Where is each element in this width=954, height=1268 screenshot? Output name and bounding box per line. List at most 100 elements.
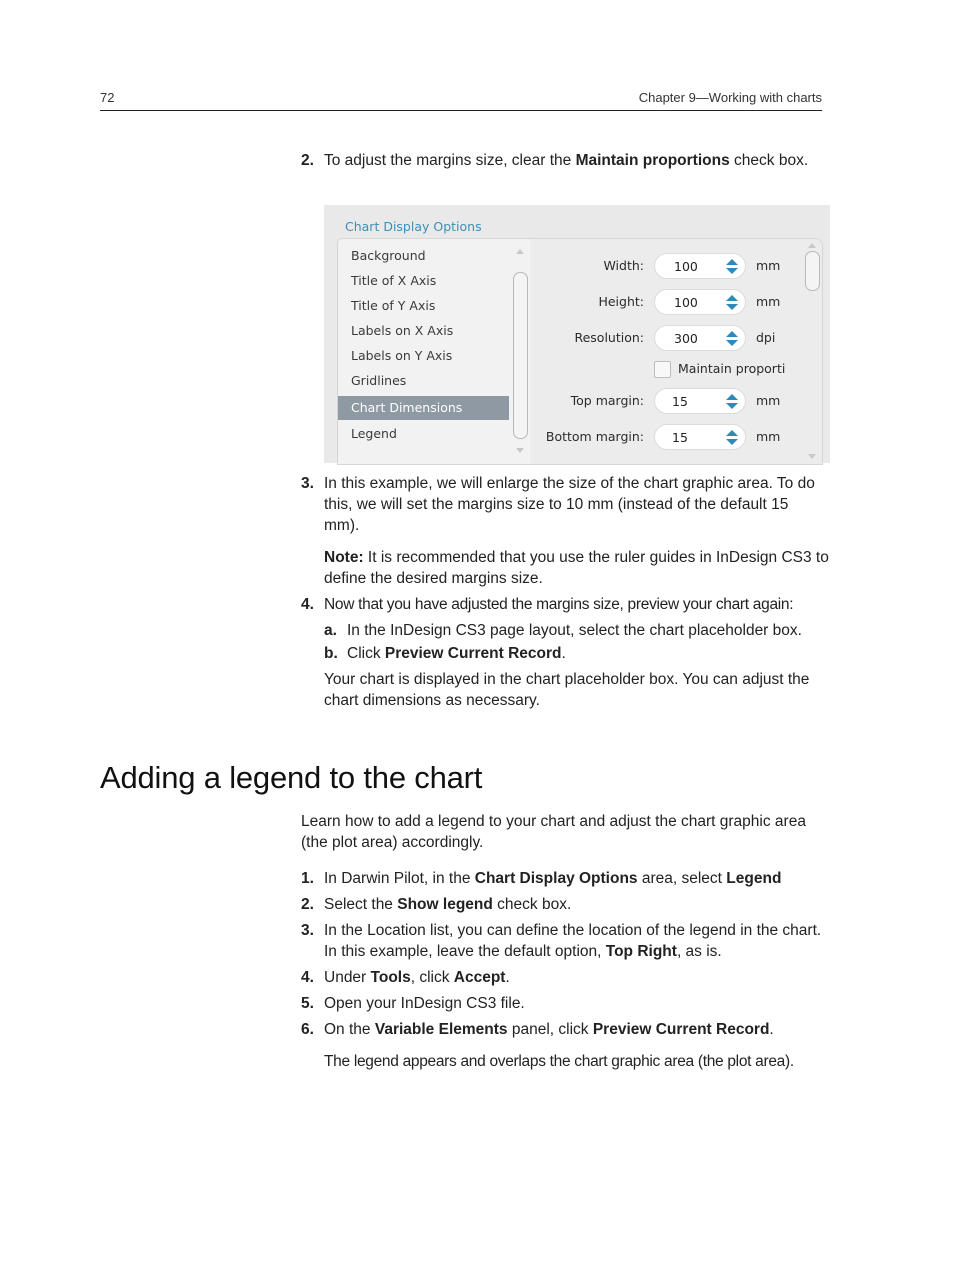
list-item-title-y-axis[interactable]: Title of Y Axis bbox=[338, 294, 509, 318]
note-label: Note: bbox=[324, 549, 364, 566]
bold-term: Preview Current Record bbox=[384, 645, 562, 662]
bold-term: Maintain proportions bbox=[575, 152, 730, 169]
maintain-proportions-row: Maintain proporti bbox=[654, 359, 804, 381]
step-number: 3. bbox=[301, 922, 314, 939]
resolution-value[interactable]: 300 bbox=[674, 331, 698, 346]
top-margin-value[interactable]: 15 bbox=[672, 394, 688, 409]
chapter-title: Chapter 9—Working with charts bbox=[638, 90, 822, 105]
text-run: check box. bbox=[729, 152, 809, 169]
text-run: check box. bbox=[492, 896, 572, 913]
text-run: Select the bbox=[324, 896, 398, 913]
list-item-labels-x-axis[interactable]: Labels on X Axis bbox=[338, 319, 509, 343]
step-number: 5. bbox=[301, 995, 314, 1012]
form-scrollbar[interactable] bbox=[803, 241, 821, 461]
note-text: It is recommended that you use the ruler… bbox=[324, 549, 829, 587]
step-4: 4. Now that you have adjusted the margin… bbox=[301, 594, 831, 615]
step-number: 2. bbox=[301, 896, 314, 913]
bold-term: Variable Elements bbox=[374, 1021, 508, 1038]
step-number: 6. bbox=[301, 1021, 314, 1038]
maintain-proportions-label[interactable]: Maintain proporti bbox=[678, 361, 785, 376]
step-text: In the Location list, you can define the… bbox=[324, 920, 826, 962]
text-run: , click bbox=[410, 969, 454, 986]
panel-title: Chart Display Options bbox=[345, 219, 482, 234]
step-3: 3. In this example, we will enlarge the … bbox=[301, 473, 826, 536]
text-run: , as is. bbox=[676, 943, 722, 960]
spinner-arrows-icon[interactable] bbox=[726, 430, 738, 446]
list-item-title-x-axis[interactable]: Title of X Axis bbox=[338, 269, 509, 293]
bold-term: Tools bbox=[370, 969, 411, 986]
top-margin-label: Top margin: bbox=[570, 393, 644, 408]
step-4b: b. Click Preview Current Record. bbox=[324, 643, 829, 664]
spinner-arrows-icon[interactable] bbox=[726, 295, 738, 311]
width-label: Width: bbox=[603, 258, 644, 273]
legend-step-4: 4. Under Tools, click Accept. bbox=[301, 967, 826, 988]
height-row: Height: 100 mm bbox=[530, 289, 800, 317]
height-value[interactable]: 100 bbox=[674, 295, 698, 310]
dimensions-form: Width: 100 mm Height: 100 mm Resolution:… bbox=[530, 238, 823, 465]
step-text: Click Preview Current Record. bbox=[347, 643, 829, 664]
height-spinner[interactable]: 100 bbox=[654, 289, 746, 315]
list-scrollbar[interactable] bbox=[512, 243, 528, 457]
scroll-up-arrow-icon[interactable] bbox=[516, 249, 524, 254]
scroll-down-arrow-icon[interactable] bbox=[516, 448, 524, 453]
resolution-row: Resolution: 300 dpi bbox=[530, 325, 800, 353]
width-unit: mm bbox=[756, 258, 781, 273]
text-run: panel, click bbox=[507, 1021, 593, 1038]
note: Note: It is recommended that you use the… bbox=[324, 547, 829, 589]
bottom-margin-value[interactable]: 15 bbox=[672, 430, 688, 445]
bold-term: Preview Current Record bbox=[592, 1021, 770, 1038]
spinner-arrows-icon[interactable] bbox=[726, 259, 738, 275]
text-run: To adjust the margins size, clear the bbox=[324, 152, 576, 169]
maintain-proportions-checkbox[interactable] bbox=[654, 361, 671, 378]
bottom-margin-spinner[interactable]: 15 bbox=[654, 424, 746, 450]
list-item-background[interactable]: Background bbox=[338, 244, 509, 268]
text-run: area, select bbox=[637, 870, 727, 887]
height-label: Height: bbox=[598, 294, 644, 309]
spinner-arrows-icon[interactable] bbox=[726, 331, 738, 347]
legend-step-5: 5. Open your InDesign CS3 file. bbox=[301, 993, 826, 1014]
top-margin-unit: mm bbox=[756, 393, 781, 408]
page-number: 72 bbox=[100, 90, 115, 105]
legend-step-1: 1. In Darwin Pilot, in the Chart Display … bbox=[301, 868, 826, 889]
legend-result-paragraph: The legend appears and overlaps the char… bbox=[324, 1053, 794, 1070]
width-row: Width: 100 mm bbox=[530, 253, 800, 281]
text-run: In the Location list, you can define the… bbox=[324, 922, 822, 960]
step-number: 4. bbox=[301, 596, 314, 613]
step-text: In this example, we will enlarge the siz… bbox=[324, 475, 815, 534]
bottom-margin-label: Bottom margin: bbox=[545, 429, 644, 444]
legend-step-3: 3. In the Location list, you can define t… bbox=[301, 920, 826, 962]
step-number: 4. bbox=[301, 969, 314, 986]
spinner-arrows-icon[interactable] bbox=[726, 394, 738, 410]
scroll-up-arrow-icon[interactable] bbox=[808, 243, 816, 248]
list-item-legend[interactable]: Legend bbox=[338, 422, 509, 446]
top-margin-spinner[interactable]: 15 bbox=[654, 388, 746, 414]
text-run: . bbox=[505, 969, 510, 986]
step-text: In the InDesign CS3 page layout, select … bbox=[347, 622, 802, 639]
step-number: 1. bbox=[301, 870, 314, 887]
resolution-spinner[interactable]: 300 bbox=[654, 325, 746, 351]
resolution-unit: dpi bbox=[756, 330, 776, 345]
scroll-down-arrow-icon[interactable] bbox=[808, 454, 816, 459]
bold-term: Top Right bbox=[605, 943, 677, 960]
step-text: Under Tools, click Accept. bbox=[324, 967, 826, 988]
scroll-thumb[interactable] bbox=[513, 272, 528, 439]
top-margin-row: Top margin: 15 mm bbox=[530, 388, 800, 416]
list-item-labels-y-axis[interactable]: Labels on Y Axis bbox=[338, 344, 509, 368]
chart-display-options-panel: Chart Display Options Background Title o… bbox=[324, 205, 830, 465]
scroll-thumb[interactable] bbox=[805, 251, 820, 291]
step-number: 3. bbox=[301, 475, 314, 492]
list-item-chart-dimensions[interactable]: Chart Dimensions bbox=[338, 396, 509, 420]
step-letter: a. bbox=[324, 622, 337, 639]
bottom-margin-row: Bottom margin: 15 mm bbox=[530, 424, 800, 452]
step-text: In Darwin Pilot, in the Chart Display Op… bbox=[324, 868, 826, 889]
step-number: 2. bbox=[301, 152, 314, 169]
text-run: On the bbox=[324, 1021, 375, 1038]
text-run: . bbox=[769, 1021, 774, 1038]
bold-term: Show legend bbox=[397, 896, 493, 913]
list-item-gridlines[interactable]: Gridlines bbox=[338, 369, 509, 393]
width-spinner[interactable]: 100 bbox=[654, 253, 746, 279]
text-run: Open your InDesign CS3 file. bbox=[324, 995, 525, 1012]
width-value[interactable]: 100 bbox=[674, 259, 698, 274]
options-list: Background Title of X Axis Title of Y Ax… bbox=[337, 238, 531, 465]
result-paragraph: Your chart is displayed in the chart pla… bbox=[324, 671, 810, 709]
